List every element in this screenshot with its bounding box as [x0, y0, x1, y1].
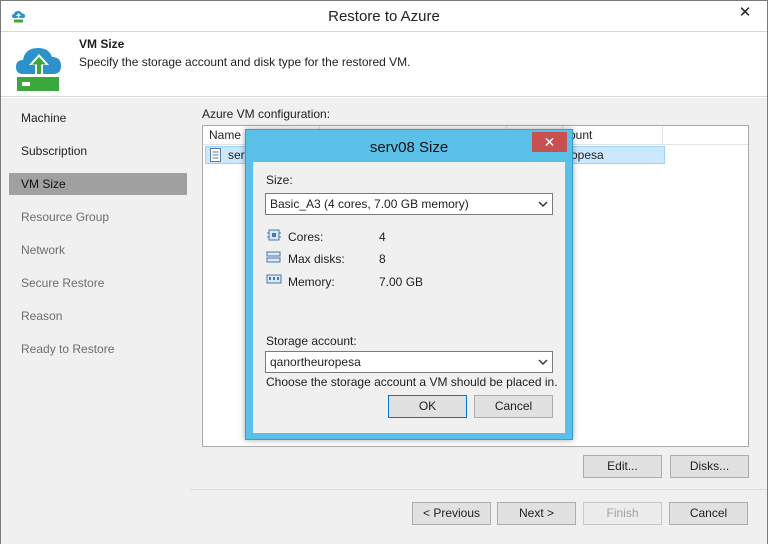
- azure-restore-icon: [16, 48, 61, 91]
- dialog-ok-button[interactable]: OK: [388, 395, 467, 418]
- edit-button[interactable]: Edit...: [583, 455, 662, 478]
- storage-account-label: Storage account:: [266, 334, 357, 348]
- storage-account-dropdown[interactable]: qanortheuropesa: [265, 351, 553, 373]
- storage-account-hint: Choose the storage account a VM should b…: [266, 375, 558, 389]
- header-subtitle: Specify the storage account and disk typ…: [79, 55, 411, 69]
- finish-button: Finish: [583, 502, 662, 525]
- title-bar: Restore to Azure ✕: [1, 1, 767, 31]
- step-resource-group: Resource Group: [21, 210, 110, 224]
- max-disks-label: Max disks:: [288, 252, 345, 266]
- column-storage-header[interactable]: ount: [563, 126, 663, 145]
- max-disks-value: 8: [379, 252, 386, 266]
- wizard-header: VM Size Specify the storage account and …: [1, 31, 767, 97]
- azure-vm-config-label: Azure VM configuration:: [202, 107, 331, 121]
- step-secure-restore: Secure Restore: [21, 276, 105, 290]
- dialog-body: Size: Basic_A3 (4 cores, 7.00 GB memory)…: [253, 162, 565, 433]
- cores-label: Cores:: [288, 230, 324, 244]
- next-button[interactable]: Next >: [497, 502, 576, 525]
- storage-account-value: qanortheuropesa: [270, 355, 361, 369]
- restore-to-azure-window: Restore to Azure ✕ VM Size Specify the s…: [0, 0, 768, 544]
- vm-file-icon: [210, 148, 221, 162]
- header-title: VM Size: [79, 37, 125, 51]
- dialog-cancel-button[interactable]: Cancel: [474, 395, 553, 418]
- chevron-down-icon: [538, 359, 548, 365]
- disks-icon: [266, 251, 281, 263]
- memory-icon: [266, 274, 282, 284]
- footer-divider: [190, 489, 767, 490]
- cores-value: 4: [379, 230, 386, 244]
- size-label: Size:: [266, 173, 293, 187]
- previous-button[interactable]: < Previous: [412, 502, 491, 525]
- window-close-button[interactable]: ✕: [725, 2, 765, 24]
- step-reason: Reason: [21, 309, 63, 323]
- row-storage-account: opesa: [571, 148, 604, 162]
- dialog-title: serv08 Size: [369, 139, 449, 156]
- step-subscription[interactable]: Subscription: [9, 140, 187, 162]
- vm-size-dialog: serv08 Size ✕ Size: Basic_A3 (4 cores, 7…: [245, 129, 573, 440]
- memory-value: 7.00 GB: [379, 275, 424, 289]
- window-title: Restore to Azure: [328, 8, 440, 25]
- cpu-icon: [267, 229, 281, 241]
- chevron-down-icon: [538, 201, 548, 207]
- step-vm-size[interactable]: VM Size: [9, 173, 187, 195]
- step-network: Network: [21, 243, 66, 257]
- size-dropdown-value: Basic_A3 (4 cores, 7.00 GB memory): [270, 197, 469, 211]
- step-machine[interactable]: Machine: [9, 107, 187, 129]
- size-dropdown[interactable]: Basic_A3 (4 cores, 7.00 GB memory): [265, 193, 553, 215]
- cancel-button[interactable]: Cancel: [669, 502, 748, 525]
- memory-label: Memory:: [288, 275, 335, 289]
- dialog-close-button[interactable]: ✕: [532, 132, 567, 152]
- disks-button[interactable]: Disks...: [670, 455, 749, 478]
- step-ready-to-restore: Ready to Restore: [21, 342, 115, 356]
